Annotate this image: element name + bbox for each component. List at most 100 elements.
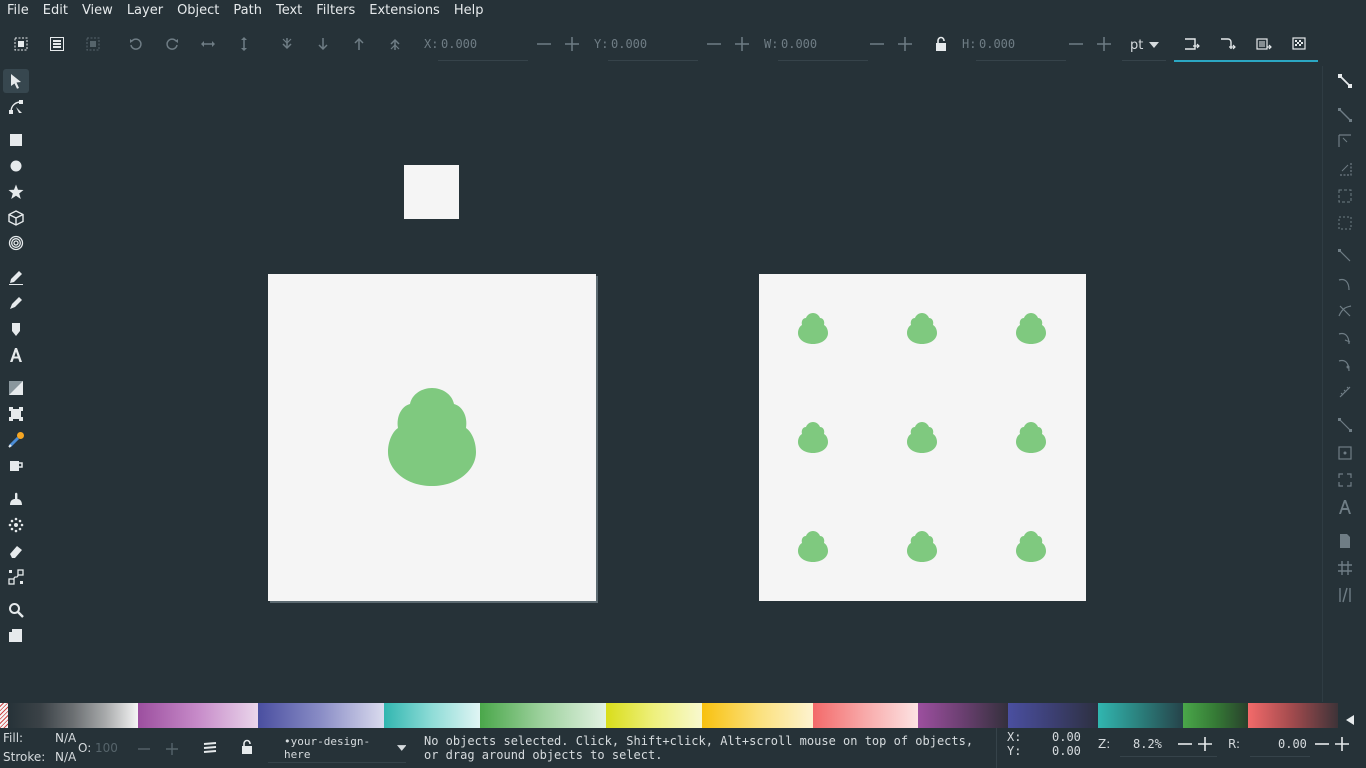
scale-stroke-icon[interactable] — [1181, 26, 1203, 62]
transform-gradient-icon[interactable] — [1253, 26, 1275, 62]
w-plus-icon[interactable] — [897, 36, 913, 52]
y-minus-icon[interactable] — [706, 36, 722, 52]
snap-object-centers-icon[interactable] — [1332, 442, 1358, 464]
small-square-page[interactable] — [404, 165, 459, 219]
no-paint-swatch[interactable] — [0, 703, 8, 728]
teal-swatches[interactable] — [384, 703, 480, 728]
menu-text[interactable]: Text — [269, 0, 309, 22]
zoom-field[interactable]: 8.2% — [1133, 737, 1162, 751]
raise-icon[interactable] — [348, 26, 370, 62]
eraser-tool[interactable] — [3, 539, 29, 563]
design-page-leaf-grid[interactable] — [759, 274, 1086, 601]
calligraphy-tool[interactable] — [3, 317, 29, 341]
rotate-ccw-icon[interactable] — [125, 26, 147, 62]
snap-intersections-icon[interactable] — [1332, 300, 1358, 322]
pen-tool[interactable] — [3, 291, 29, 315]
scale-corners-icon[interactable] — [1217, 26, 1239, 62]
raise-to-top-icon[interactable] — [384, 26, 406, 62]
layer-lock-icon[interactable] — [239, 739, 255, 755]
flip-vertical-icon[interactable] — [233, 26, 255, 62]
snap-bbox-centers-icon[interactable] — [1332, 212, 1358, 234]
w-minus-icon[interactable] — [869, 36, 885, 52]
snap-cusp-nodes-icon[interactable] — [1332, 327, 1358, 349]
snap-rotation-centers-icon[interactable] — [1332, 469, 1358, 491]
opacity-minus-icon[interactable] — [137, 742, 151, 756]
menu-edit[interactable]: Edit — [36, 0, 75, 22]
snap-paths-icon[interactable] — [1332, 273, 1358, 295]
dropper-tool[interactable] — [3, 428, 29, 452]
x-plus-icon[interactable] — [564, 36, 580, 52]
dark-red-swatches[interactable] — [1248, 703, 1338, 728]
flip-horizontal-icon[interactable] — [197, 26, 219, 62]
purple-swatches[interactable] — [138, 703, 258, 728]
y-field[interactable]: 0.000 — [611, 37, 647, 51]
lower-to-bottom-icon[interactable] — [276, 26, 298, 62]
color-palette[interactable] — [0, 703, 1354, 728]
spiral-tool[interactable] — [3, 231, 29, 255]
node-tool[interactable] — [3, 95, 29, 119]
pencil-tool[interactable] — [3, 265, 29, 289]
snap-guides-icon[interactable] — [1332, 584, 1358, 606]
menu-object[interactable]: Object — [170, 0, 226, 22]
unit-selector[interactable]: pt — [1126, 34, 1170, 56]
ellipse-tool[interactable] — [3, 154, 29, 178]
snap-grids-icon[interactable] — [1332, 557, 1358, 579]
mesh-tool[interactable] — [3, 402, 29, 426]
text-tool[interactable] — [3, 343, 29, 367]
design-page-single-leaf[interactable] — [268, 274, 596, 601]
star-tool[interactable] — [3, 180, 29, 204]
rotate-plus-icon[interactable] — [1335, 737, 1349, 751]
dark-green-swatches[interactable] — [1183, 703, 1248, 728]
opacity-plus-icon[interactable] — [165, 742, 179, 756]
rectangle-tool[interactable] — [3, 128, 29, 152]
snap-nodes-icon[interactable] — [1332, 245, 1358, 267]
snap-bbox-edges-icon[interactable] — [1332, 130, 1358, 152]
snap-line-midpoints-icon[interactable] — [1332, 381, 1358, 403]
layers-icon[interactable] — [202, 740, 218, 756]
snap-bbox-midpoints-icon[interactable] — [1332, 185, 1358, 207]
dark-blue-swatches[interactable] — [1008, 703, 1098, 728]
snap-toggle-icon[interactable] — [1332, 70, 1358, 92]
y-plus-icon[interactable] — [734, 36, 750, 52]
spray-tool[interactable] — [3, 513, 29, 537]
deselect-icon[interactable] — [82, 26, 104, 62]
rotation-field[interactable]: 0.00 — [1278, 737, 1307, 751]
gray-swatches[interactable] — [8, 703, 138, 728]
menu-help[interactable]: Help — [447, 0, 491, 22]
blue-swatches[interactable] — [258, 703, 384, 728]
lower-icon[interactable] — [312, 26, 334, 62]
3d-box-tool[interactable] — [3, 206, 29, 230]
pages-tool[interactable] — [3, 624, 29, 648]
menu-file[interactable]: File — [0, 0, 36, 22]
x-minus-icon[interactable] — [536, 36, 552, 52]
palette-menu-chevron-icon[interactable] — [1346, 710, 1354, 729]
menu-filters[interactable]: Filters — [309, 0, 362, 22]
menu-path[interactable]: Path — [226, 0, 269, 22]
canvas[interactable] — [32, 66, 1322, 702]
paint-bucket-tool[interactable] — [3, 454, 29, 478]
select-all-icon[interactable] — [10, 26, 32, 62]
menu-layer[interactable]: Layer — [120, 0, 170, 22]
snap-page-border-icon[interactable] — [1332, 530, 1358, 552]
gradient-tool[interactable] — [3, 376, 29, 400]
dark-purple-swatches[interactable] — [918, 703, 1008, 728]
select-all-layers-icon[interactable] — [46, 26, 68, 62]
stroke-value[interactable]: N/A — [55, 750, 76, 764]
menu-view[interactable]: View — [75, 0, 120, 22]
h-plus-icon[interactable] — [1096, 36, 1112, 52]
x-field[interactable]: 0.000 — [441, 37, 477, 51]
zoom-tool[interactable] — [3, 598, 29, 622]
h-field[interactable]: 0.000 — [979, 37, 1015, 51]
snap-bbox-corners-icon[interactable] — [1332, 158, 1358, 180]
tweak-tool[interactable] — [3, 487, 29, 511]
snap-bbox-icon[interactable] — [1332, 104, 1358, 126]
dark-teal-swatches[interactable] — [1098, 703, 1183, 728]
fill-value[interactable]: N/A — [55, 731, 76, 745]
transform-pattern-icon[interactable] — [1289, 26, 1311, 62]
h-minus-icon[interactable] — [1068, 36, 1084, 52]
green-swatches[interactable] — [480, 703, 606, 728]
opacity-field[interactable]: 100 — [95, 741, 118, 755]
amber-swatches[interactable] — [702, 703, 813, 728]
lock-icon[interactable] — [930, 26, 952, 62]
w-field[interactable]: 0.000 — [781, 37, 817, 51]
